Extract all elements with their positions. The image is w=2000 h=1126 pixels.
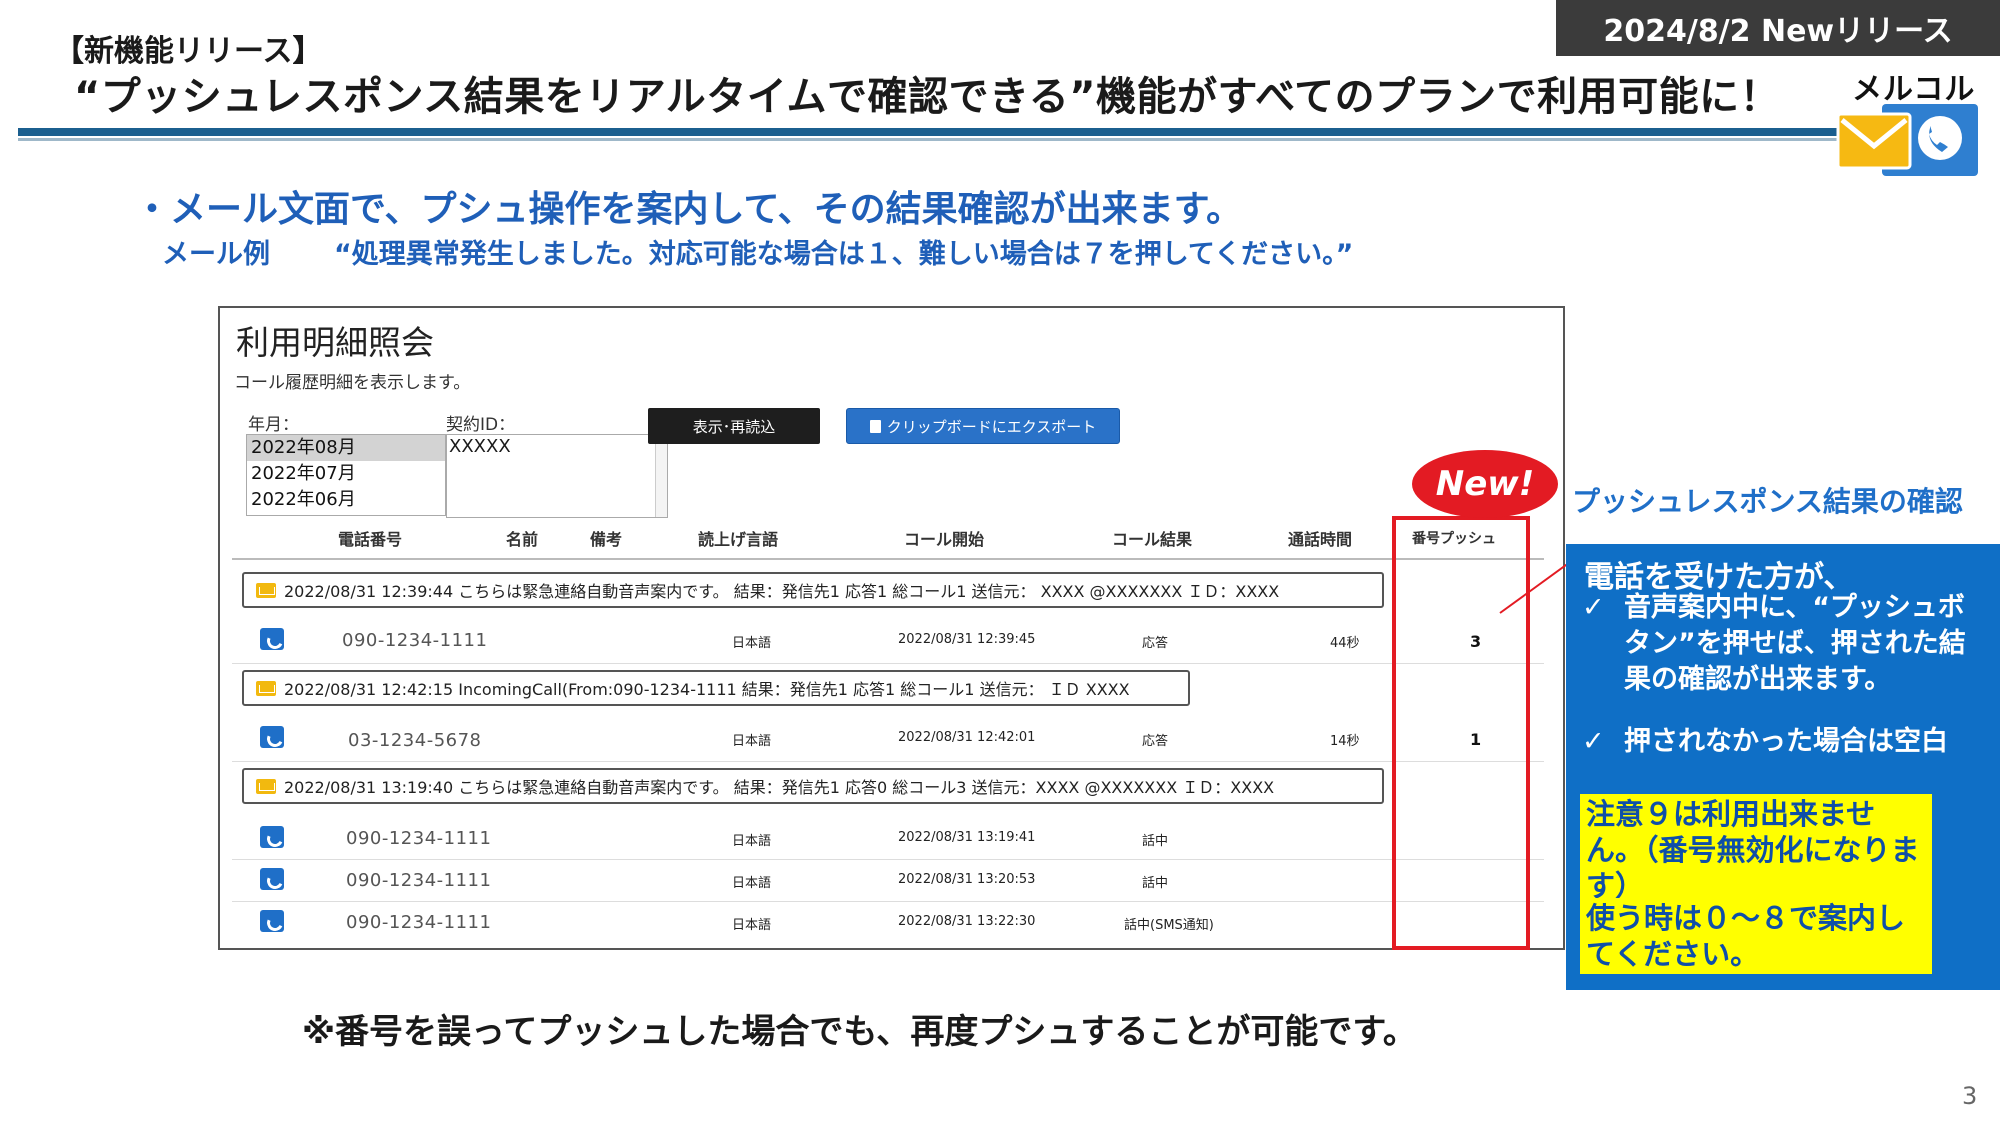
col-call-start[interactable]: コール開始 xyxy=(904,526,984,550)
month-option[interactable]: 2022年06月 xyxy=(247,487,445,513)
row-phone: 03-1234-5678 xyxy=(348,730,482,751)
month-option[interactable]: 2022年07月 xyxy=(247,461,445,487)
number-push-highlight xyxy=(1392,516,1530,950)
header-divider-shadow xyxy=(18,138,1838,141)
phone-icon xyxy=(260,910,284,932)
row-call-start: 2022/08/31 13:22:30 xyxy=(898,914,1036,929)
group-summary: 2022/08/31 12:42:15 IncomingCall(From:09… xyxy=(284,680,1130,699)
row-language: 日本語 xyxy=(732,834,772,849)
month-label: 年月： xyxy=(248,415,299,435)
row-language: 日本語 xyxy=(732,636,772,651)
col-phone[interactable]: 電話番号 xyxy=(338,526,402,550)
table-row[interactable]: 090-1234-1111 日本語 2022/08/31 12:39:45 応答… xyxy=(232,618,1544,664)
row-call-start: 2022/08/31 12:39:45 xyxy=(898,632,1036,647)
call-group-row[interactable]: 2022/08/31 13:19:40 こちらは緊急連絡自動音声案内です。 結果… xyxy=(242,768,1384,804)
check-icon: ✓ xyxy=(1582,726,1605,757)
mail-phone-logo-icon xyxy=(1836,104,1978,176)
row-call-result: 話中 xyxy=(1142,834,1169,849)
info-item: ✓ 音声案内中に、“プッシュボタン”を押せば、押された結果の確認が出来ます。 xyxy=(1582,592,1966,695)
row-language: 日本語 xyxy=(732,734,772,749)
info-box: 電話を受けた方が、 ✓ 音声案内中に、“プッシュボタン”を押せば、押された結果の確… xyxy=(1566,544,2000,990)
month-listbox[interactable]: 2022年08月 2022年07月 2022年06月 xyxy=(246,434,446,516)
screen-title: 利用明細照会 xyxy=(236,323,434,362)
row-phone: 090-1234-1111 xyxy=(346,870,492,891)
mail-example-label: メール例 xyxy=(162,239,270,270)
call-group-row[interactable]: 2022/08/31 12:42:15 IncomingCall(From:09… xyxy=(242,670,1190,706)
contract-scrollbar[interactable] xyxy=(655,435,667,517)
table-row[interactable]: 090-1234-1111 日本語 2022/08/31 13:22:30 話中… xyxy=(232,902,1544,944)
screen-description: コール履歴明細を表示します。 xyxy=(234,373,471,393)
row-call-result: 話中(SMS通知) xyxy=(1124,918,1214,933)
col-name[interactable]: 名前 xyxy=(506,526,538,550)
col-call-result[interactable]: コール結果 xyxy=(1112,526,1192,550)
mail-example-text: “処理異常発生しました。対応可能な場合は１、難しい場合は７を押してください。” xyxy=(334,239,1354,270)
month-option[interactable]: 2022年08月 xyxy=(247,435,445,461)
info-item: ✓ 押されなかった場合は空白 xyxy=(1582,724,1984,760)
group-summary: 2022/08/31 13:19:40 こちらは緊急連絡自動音声案内です。 結果… xyxy=(284,778,1275,797)
phone-icon xyxy=(260,628,284,650)
show-reload-button[interactable]: 表示･再読込 xyxy=(648,408,820,444)
folder-icon xyxy=(256,582,276,598)
phone-icon xyxy=(260,826,284,848)
export-clipboard-button[interactable]: クリップボードにエクスポート xyxy=(846,408,1120,444)
row-language: 日本語 xyxy=(732,918,772,933)
export-button-label: クリップボードにエクスポート xyxy=(886,417,1097,436)
col-note[interactable]: 備考 xyxy=(590,526,622,550)
row-call-start: 2022/08/31 13:19:41 xyxy=(898,830,1036,845)
row-language: 日本語 xyxy=(732,876,772,891)
footer-note: ※番号を誤ってプッシュした場合でも、再度プシュすることが可能です。 xyxy=(302,1012,1417,1052)
intro-bullet: ・メール文面で、プシュ操作を案内して、その結果確認が出来ます。 xyxy=(134,189,1243,230)
release-date-badge: 2024/8/2 Newリリース xyxy=(1556,0,2000,56)
col-language[interactable]: 読上げ言語 xyxy=(698,526,778,550)
row-duration: 14秒 xyxy=(1330,734,1360,749)
contract-id-label: 契約ID： xyxy=(446,415,516,435)
check-icon: ✓ xyxy=(1582,592,1605,623)
contract-id-listbox[interactable]: XXXXX xyxy=(446,434,668,518)
usage-detail-screen: 利用明細照会 コール履歴明細を表示します。 年月： 契約ID： 2022年08月… xyxy=(218,306,1565,950)
clipboard-icon xyxy=(869,419,881,433)
phone-icon xyxy=(260,868,284,890)
page-number: 3 xyxy=(1962,1082,1978,1110)
row-call-start: 2022/08/31 12:42:01 xyxy=(898,730,1036,745)
table-row[interactable]: 090-1234-1111 日本語 2022/08/31 13:20:53 話中 xyxy=(232,860,1544,902)
table-row[interactable]: 03-1234-5678 日本語 2022/08/31 12:42:01 応答 … xyxy=(232,716,1544,762)
table-header-divider xyxy=(232,558,1544,560)
headline: “プッシュレスポンス結果をリアルタイムで確認できる”機能がすべてのプランで利用可… xyxy=(74,74,1781,120)
table-row[interactable]: 090-1234-1111 日本語 2022/08/31 13:19:41 話中 xyxy=(232,818,1544,860)
row-call-result: 応答 xyxy=(1142,636,1169,651)
row-phone: 090-1234-1111 xyxy=(342,630,488,651)
call-group-row[interactable]: 2022/08/31 12:39:44 こちらは緊急連絡自動音声案内です。 結果… xyxy=(242,572,1384,608)
row-call-start: 2022/08/31 13:20:53 xyxy=(898,872,1036,887)
row-call-result: 応答 xyxy=(1142,734,1169,749)
push-response-label: プッシュレスポンス結果の確認 xyxy=(1572,485,1963,518)
row-phone: 090-1234-1111 xyxy=(346,828,492,849)
warning-note: 注意９は利用出来ません。（番号無効化になります） xyxy=(1580,794,1932,906)
header-divider xyxy=(18,128,1838,136)
group-summary: 2022/08/31 12:39:44 こちらは緊急連絡自動音声案内です。 結果… xyxy=(284,582,1280,601)
row-duration: 44秒 xyxy=(1330,636,1360,651)
folder-icon xyxy=(256,680,276,696)
row-call-result: 話中 xyxy=(1142,876,1169,891)
phone-icon xyxy=(260,726,284,748)
row-phone: 090-1234-1111 xyxy=(346,912,492,933)
contract-id-value: XXXXX xyxy=(449,436,511,457)
folder-icon xyxy=(256,778,276,794)
new-badge: New! xyxy=(1412,450,1558,518)
usage-note: 使う時は０～８で案内してください。 xyxy=(1580,898,1932,974)
col-duration[interactable]: 通話時間 xyxy=(1288,526,1352,550)
